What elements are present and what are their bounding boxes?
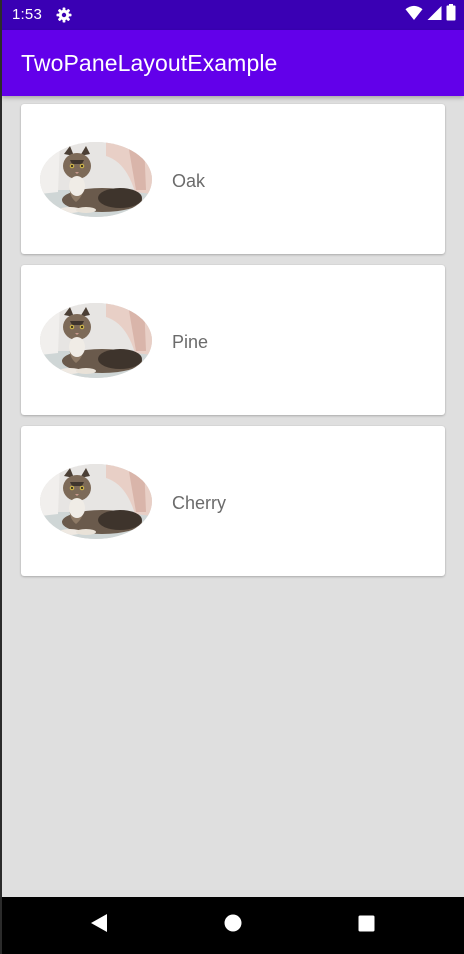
- back-icon: [90, 913, 108, 938]
- cat-photo: [40, 303, 152, 378]
- home-icon: [224, 914, 242, 937]
- cell-signal-icon: [427, 5, 442, 26]
- cat-photo: [40, 142, 152, 217]
- gear-icon: [56, 7, 72, 23]
- list-item-label: Oak: [172, 171, 206, 191]
- status-bar: 1:53: [2, 0, 464, 30]
- wifi-icon: [405, 5, 423, 26]
- cat-photo: [40, 464, 152, 539]
- battery-icon: [446, 4, 456, 26]
- recents-button[interactable]: [336, 897, 396, 954]
- app-title: TwoPaneLayoutExample: [21, 50, 278, 76]
- list-item[interactable]: Oak: [21, 104, 445, 254]
- list-item-label: Pine: [172, 332, 209, 352]
- list-item-label: Cherry: [172, 493, 227, 513]
- status-icons: [405, 4, 456, 26]
- status-time: 1:53: [12, 6, 42, 23]
- app-screen: 1:53 TwoPaneLayoutExample Oak Pine Cherr…: [2, 0, 464, 954]
- navigation-bar: [2, 897, 464, 954]
- list-item[interactable]: Cherry: [21, 426, 445, 576]
- back-button[interactable]: [69, 897, 129, 954]
- list-item[interactable]: Pine: [21, 265, 445, 415]
- app-bar: TwoPaneLayoutExample: [2, 30, 464, 96]
- home-button[interactable]: [203, 897, 263, 954]
- recents-icon: [358, 915, 375, 937]
